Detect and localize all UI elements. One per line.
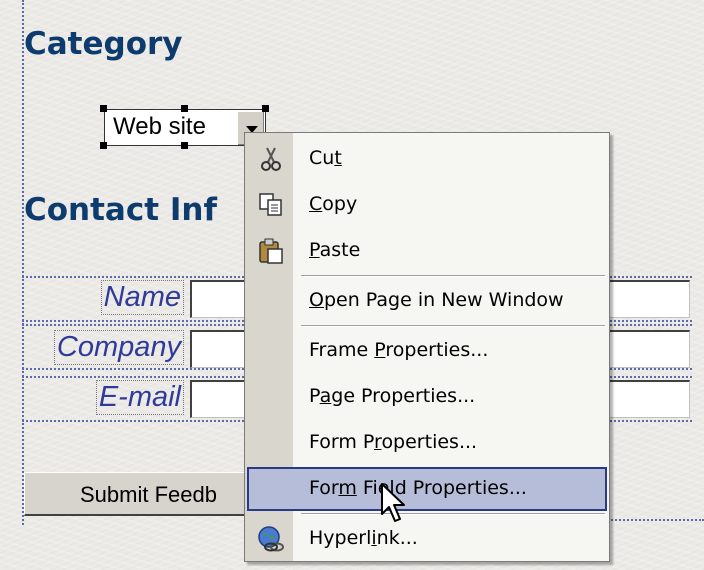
- menu-item-label: Open Page in New Window: [309, 289, 564, 311]
- menu-item-open-page-new-window[interactable]: Open Page in New Window: [247, 279, 607, 323]
- hyperlink-icon: [258, 526, 284, 552]
- paste-icon: [259, 238, 283, 264]
- menu-item-form-field-properties[interactable]: Form Field Properties...: [247, 467, 607, 511]
- menu-item-label: Form Field Properties...: [309, 477, 527, 499]
- menu-item-paste[interactable]: Paste: [247, 229, 607, 273]
- contact-heading: Contact Inf: [24, 192, 217, 228]
- resize-handle[interactable]: [181, 105, 188, 112]
- mouse-pointer-icon: [381, 483, 405, 522]
- category-select[interactable]: Web site: [104, 109, 266, 146]
- menu-item-copy[interactable]: Copy: [247, 183, 607, 227]
- menu-item-label: Copy: [309, 193, 358, 215]
- resize-handle[interactable]: [100, 142, 107, 149]
- menu-item-label: Hyperlink...: [309, 527, 418, 549]
- cut-icon: [261, 147, 281, 171]
- menu-item-page-properties[interactable]: Page Properties...: [247, 375, 607, 419]
- menu-separator: [301, 325, 605, 327]
- category-heading: Category: [24, 26, 183, 62]
- category-select-value: Web site: [113, 113, 206, 140]
- menu-separator: [301, 513, 605, 515]
- menu-item-label: Paste: [309, 239, 361, 261]
- company-label: Company: [53, 330, 184, 365]
- menu-item-label: Cut: [309, 147, 342, 169]
- menu-item-form-properties[interactable]: Form Properties...: [247, 421, 607, 465]
- left-guide-line: [22, 0, 24, 525]
- menu-item-label: Frame Properties...: [309, 339, 489, 361]
- email-label: E-mail: [95, 380, 184, 415]
- resize-handle[interactable]: [262, 105, 269, 112]
- name-label: Name: [100, 280, 184, 315]
- resize-handle[interactable]: [100, 105, 107, 112]
- menu-separator: [301, 275, 605, 277]
- guide-line: [600, 519, 704, 521]
- menu-item-label: Page Properties...: [309, 385, 476, 407]
- resize-handle[interactable]: [181, 142, 188, 149]
- menu-item-cut[interactable]: Cut: [247, 137, 607, 181]
- copy-icon: [259, 193, 282, 216]
- menu-item-hyperlink[interactable]: Hyperlink...: [247, 517, 607, 561]
- context-menu: Cut Copy Paste Open Page in New Window F…: [244, 132, 610, 562]
- menu-item-label: Form Properties...: [309, 431, 478, 453]
- submit-button-label: Submit Feedb: [80, 482, 217, 507]
- menu-item-frame-properties[interactable]: Frame Properties...: [247, 329, 607, 373]
